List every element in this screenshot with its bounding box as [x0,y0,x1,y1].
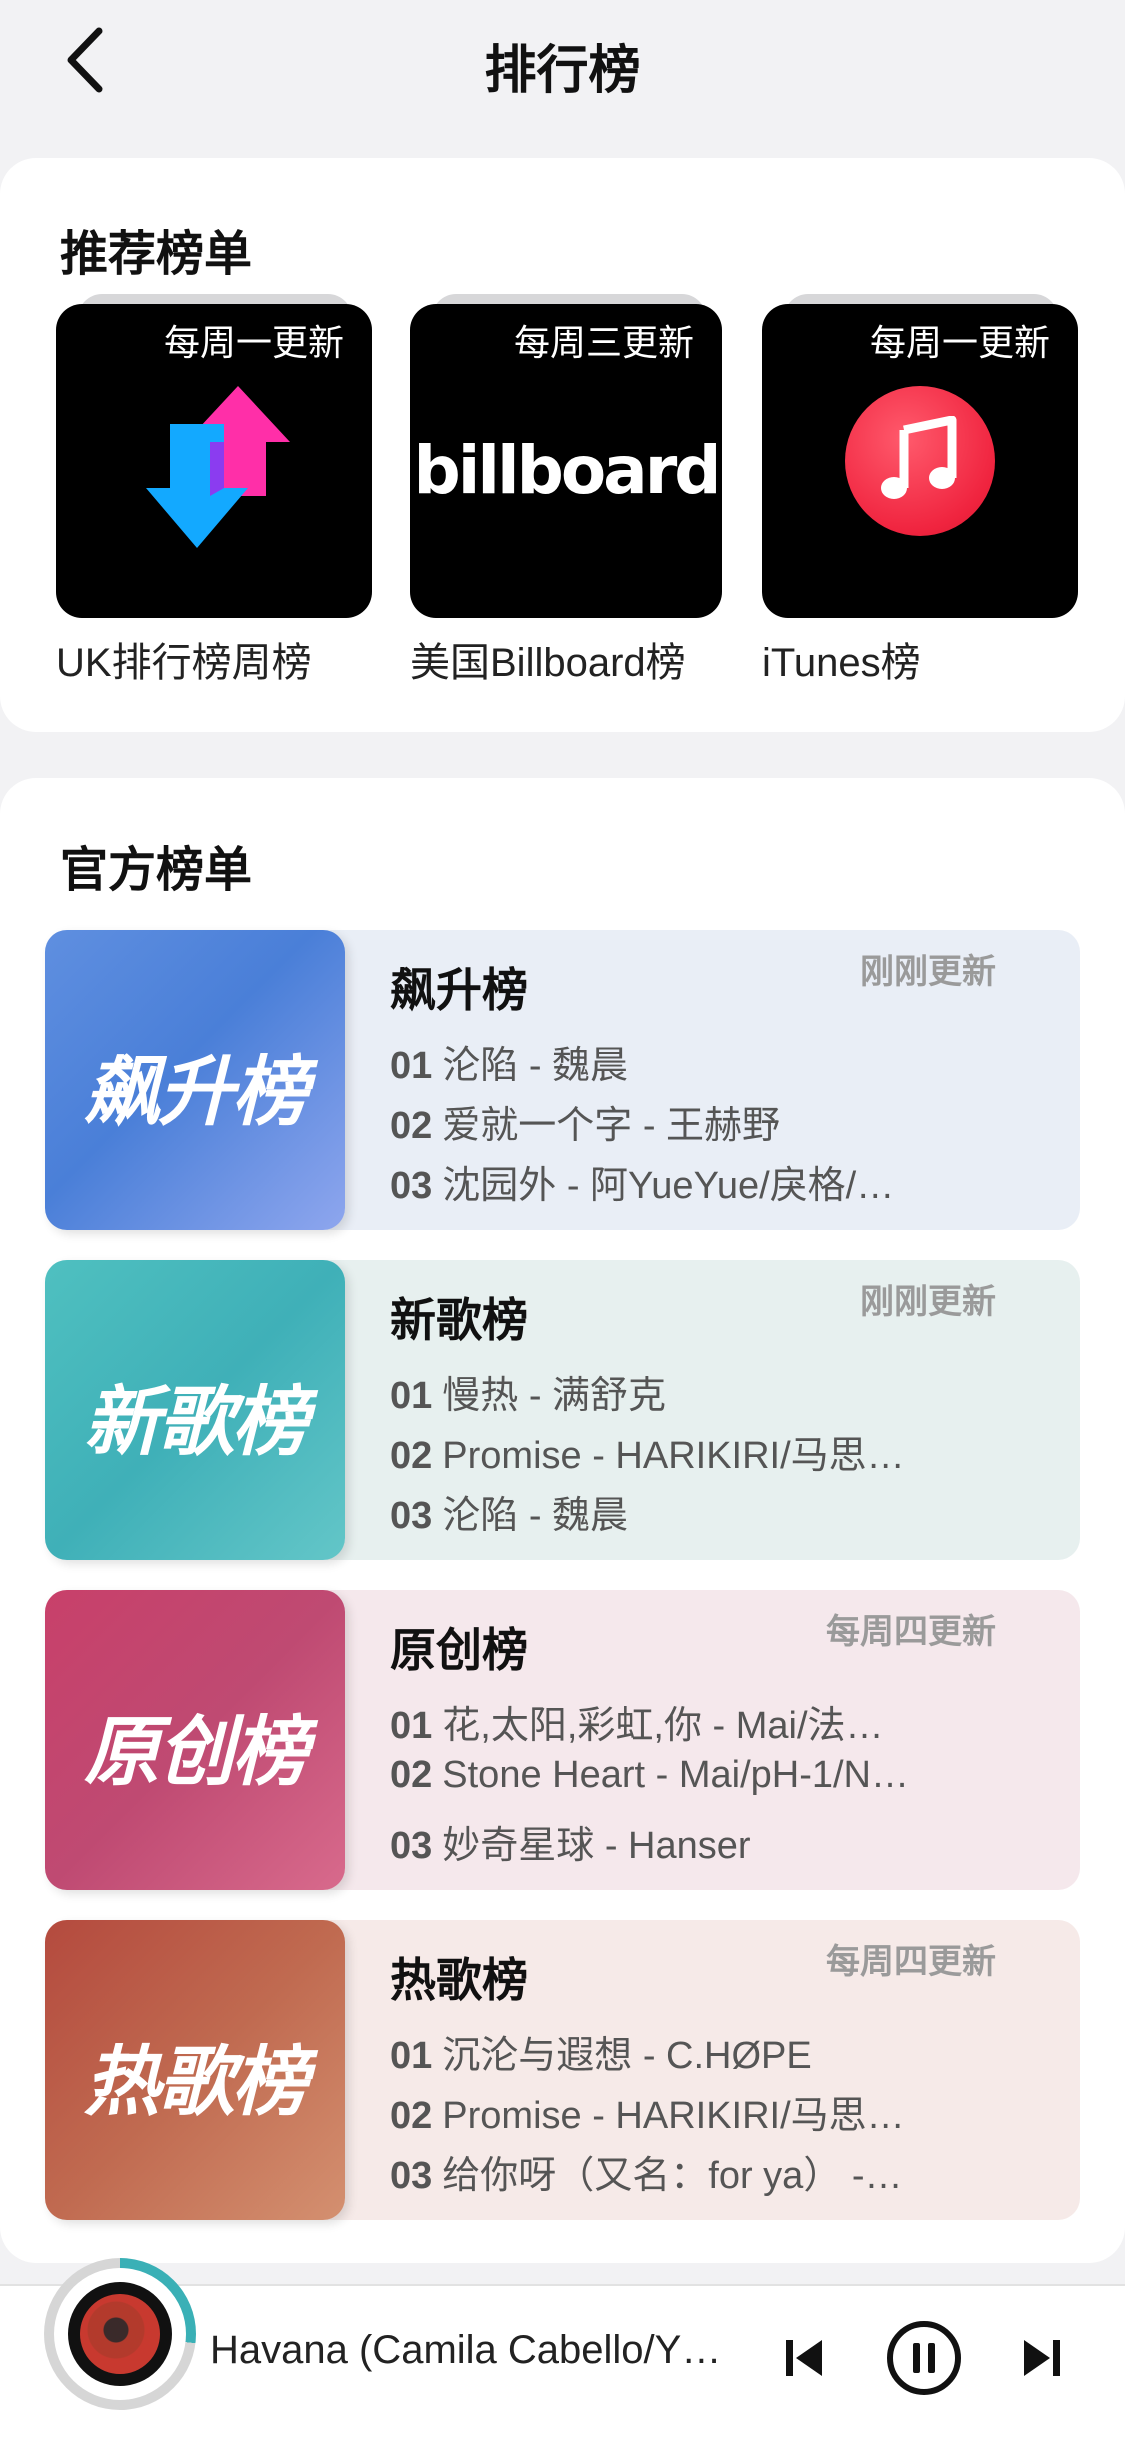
section-title-recommended: 推荐榜单 [60,228,253,281]
update-label: 每周一更新 [869,322,1050,363]
progress-ring [44,2258,196,2410]
chart-cover: 热歌榜 [45,1920,345,2220]
update-label: 每周四更新 [826,1613,996,1651]
track-item: 03 妙奇星球 - Hanser [390,1825,751,1867]
cover-title: 原创榜 [84,1710,308,1795]
itunes-logo [845,386,995,536]
track-item: 02 爱就一个字 - 王赫野 [390,1105,781,1147]
pause-button[interactable] [876,2310,972,2406]
chart-row-new[interactable]: 新歌榜 新歌榜 刚刚更新 01 慢热 - 满舒克 02 Promise - HARI… [45,1260,1080,1560]
chart-cover: 每周三更新 billboard [410,304,722,618]
update-label: 每周四更新 [826,1943,996,1981]
cover-title: 新歌榜 [84,1380,308,1465]
chart-cover: 原创榜 [45,1590,345,1890]
chart-cover: 飙升榜 [45,930,345,1230]
cover-title: 热歌榜 [84,2040,308,2125]
album-art[interactable] [68,2282,172,2386]
chart-title: 原创榜 [390,1624,528,1676]
previous-button[interactable] [768,2322,840,2394]
arrows-icon [146,386,290,548]
cover-title: 飙升榜 [84,1050,308,1135]
track-item: 02 Stone Heart - Mai/pH-1/N… [390,1754,909,1796]
header: 排行榜 [0,0,1125,120]
disc-background [54,2268,186,2400]
next-button[interactable] [1006,2322,1078,2394]
track-item: 02 Promise - HARIKIRI/马思… [390,2095,905,2137]
chart-title: 热歌榜 [390,1954,528,2006]
chart-cover: 每周一更新 [56,304,372,618]
recommended-item-name: iTunes榜 [762,641,921,685]
track-item: 01 慢热 - 满舒克 [390,1375,667,1417]
track-item: 03 给你呀（又名：for ya） -… [390,2155,903,2197]
chart-row-hot[interactable]: 热歌榜 热歌榜 每周四更新 01 沉沦与遐想 - C.HØPE 02 Promise… [45,1920,1080,2220]
update-label: 每周三更新 [513,322,694,363]
music-note-icon [881,416,957,499]
recommended-item-name: 美国Billboard榜 [410,641,686,685]
page-title: 排行榜 [484,42,641,100]
recommended-item-name: UK排行榜周榜 [56,641,312,685]
update-label: 刚刚更新 [860,1283,996,1321]
billboard-logo: billboard [413,432,721,509]
track-item: 03 沦陷 - 魏晨 [390,1495,629,1537]
official-section: 官方榜单 飙升榜 飙升榜 刚刚更新 01 沦陷 - 魏晨 02 爱就一个字 - 王赫… [0,778,1125,2263]
recommended-section: 推荐榜单 每周一更新 UK排行榜周榜 每周三更新 billboard 美国Bil… [0,158,1125,732]
next-icon [1024,2340,1060,2376]
pause-icon [887,2321,961,2395]
chart-title: 飙升榜 [390,964,528,1016]
chart-cover: 新歌榜 [45,1260,345,1560]
chart-cover: 每周一更新 [762,304,1078,618]
chart-title: 新歌榜 [390,1294,528,1346]
track-item: 01 沉沦与遐想 - C.HØPE [390,2035,812,2077]
track-item: 03 沈园外 - 阿YueYue/戾格/… [390,1165,895,1207]
previous-icon [786,2340,822,2376]
chart-row-soaring[interactable]: 飙升榜 飙升榜 刚刚更新 01 沦陷 - 魏晨 02 爱就一个字 - 王赫野 03 沈… [45,930,1080,1230]
update-label: 每周一更新 [163,322,344,363]
mini-player[interactable]: Havana (Camila Cabello/Y… [0,2258,1125,2438]
album-art-image [80,2294,160,2374]
chart-row-original[interactable]: 原创榜 原创榜 每周四更新 01 花,太阳,彩虹,你 - Mai/法… 02 Sto… [45,1590,1080,1890]
track-item: 01 沦陷 - 魏晨 [390,1045,629,1087]
update-label: 刚刚更新 [860,953,996,991]
track-item: 02 Promise - HARIKIRI/马思… [390,1435,905,1477]
section-title-official: 官方榜单 [60,844,253,897]
track-item: 01 花,太阳,彩虹,你 - Mai/法… [390,1705,884,1747]
now-playing-title[interactable]: Havana (Camila Cabello/Y… [210,2328,750,2373]
